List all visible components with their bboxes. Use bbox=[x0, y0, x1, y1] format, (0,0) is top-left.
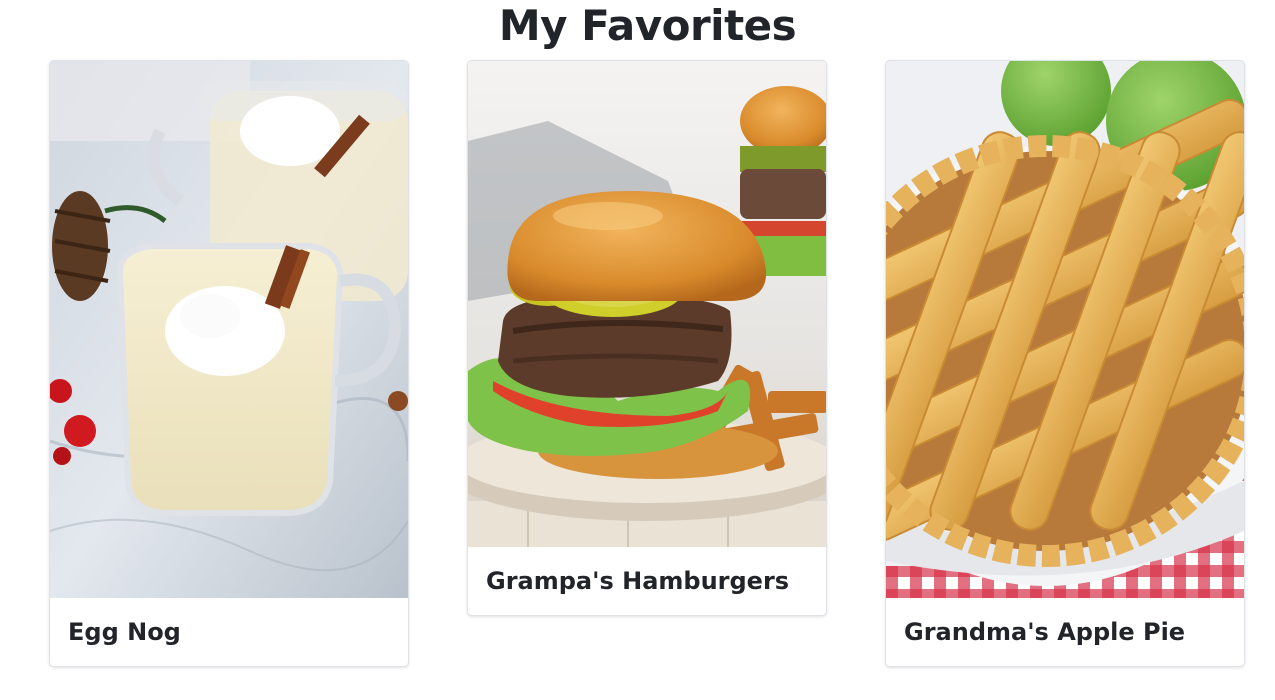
recipe-card-apple-pie[interactable]: Grandma's Apple Pie bbox=[885, 60, 1245, 667]
egg-nog-image[interactable] bbox=[50, 61, 408, 598]
recipe-card-egg-nog[interactable]: Egg Nog bbox=[49, 60, 409, 667]
card-body: Grandma's Apple Pie bbox=[886, 598, 1244, 666]
card-title[interactable]: Grandma's Apple Pie bbox=[904, 618, 1185, 646]
card-body: Egg Nog bbox=[50, 598, 408, 666]
card-body: Grampa's Hamburgers bbox=[468, 547, 826, 615]
apple-pie-image[interactable] bbox=[886, 61, 1244, 598]
recipe-card-hamburgers[interactable]: Grampa's Hamburgers bbox=[467, 60, 827, 616]
card-title[interactable]: Egg Nog bbox=[68, 618, 181, 646]
page-title: My Favorites bbox=[498, 1, 797, 50]
card-title[interactable]: Grampa's Hamburgers bbox=[486, 567, 789, 595]
hamburger-image[interactable] bbox=[468, 61, 826, 547]
